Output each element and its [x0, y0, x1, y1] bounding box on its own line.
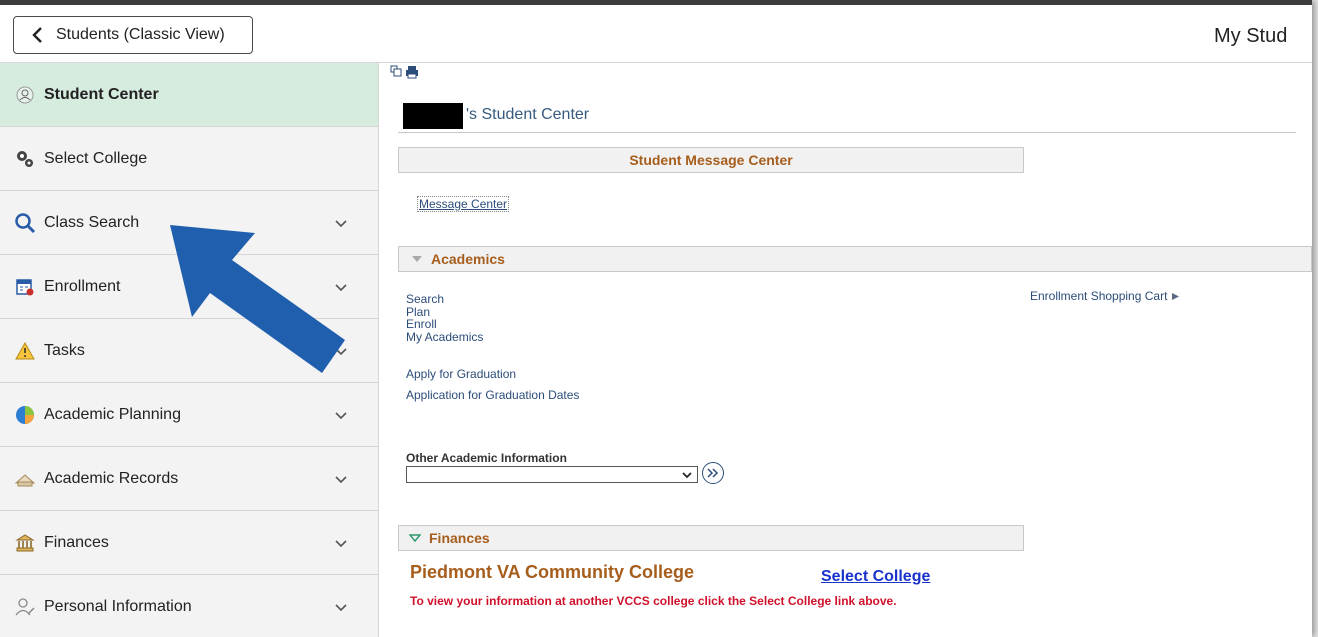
sidebar-item-label: Student Center [44, 85, 159, 103]
sidebar-item-personal-information[interactable]: Personal Information [0, 575, 378, 637]
shopping-cart-label: Enrollment Shopping Cart [1030, 289, 1168, 303]
expand-triangle-icon [409, 534, 421, 543]
sidebar-item-academic-planning[interactable]: Academic Planning [0, 383, 378, 447]
message-center-header: Student Message Center [398, 147, 1024, 173]
back-button[interactable]: Students (Classic View) [13, 16, 253, 54]
finances-header[interactable]: Finances [398, 525, 1024, 551]
page-title: My Stud [1214, 25, 1288, 47]
new-window-icon[interactable] [390, 65, 402, 77]
sidebar-item-label: Academic Records [44, 469, 179, 487]
search-icon [14, 212, 36, 234]
records-icon [14, 468, 36, 490]
sidebar-item-academic-records[interactable]: Academic Records [0, 447, 378, 511]
gears-icon [14, 148, 36, 170]
chevron-down-icon [335, 540, 347, 548]
sidebar-item-label: Enrollment [44, 277, 121, 295]
person-icon [14, 596, 36, 618]
pointer-arrow-annotation [170, 225, 345, 373]
collapse-triangle-icon [412, 256, 422, 262]
graduation-dates-link[interactable]: Application for Graduation Dates [406, 388, 579, 402]
student-icon [14, 84, 36, 106]
arrow-right-icon [1172, 292, 1180, 300]
other-academic-select[interactable] [406, 466, 698, 483]
section-title: Academics [431, 251, 505, 267]
redacted-name [403, 103, 463, 129]
message-center-link[interactable]: Message Center [417, 196, 510, 212]
sidebar-item-label: Academic Planning [44, 405, 181, 423]
my-academics-link[interactable]: My Academics [406, 330, 483, 344]
calendar-icon [14, 276, 36, 298]
enroll-link[interactable]: Enroll [406, 317, 437, 331]
academics-header[interactable]: Academics [398, 246, 1312, 272]
sidebar-item-student-center[interactable]: Student Center [0, 63, 378, 127]
sidebar-item-label: Tasks [44, 341, 85, 359]
chevron-down-icon [335, 412, 347, 420]
app-window: Students (Classic View) My Stud Student … [0, 0, 1312, 637]
chevron-left-icon [32, 27, 42, 43]
section-title: Finances [429, 530, 490, 546]
enrollment-shopping-cart-link[interactable]: Enrollment Shopping Cart [1030, 289, 1180, 303]
other-academic-label: Other Academic Information [406, 451, 567, 465]
select-college-link[interactable]: Select College [821, 568, 930, 586]
dropdown-arrow-icon [682, 472, 692, 479]
college-name: Piedmont VA Community College [410, 562, 695, 582]
main-content: 's Student Center Student Message Center… [380, 63, 1312, 637]
go-button[interactable] [702, 462, 724, 484]
sidebar-item-label: Class Search [44, 213, 140, 231]
sidebar-item-select-college[interactable]: Select College [0, 127, 378, 191]
college-note: To view your information at another VCCS… [410, 594, 897, 608]
print-icon[interactable] [405, 65, 419, 79]
search-link[interactable]: Search [406, 292, 444, 306]
pie-chart-icon [14, 404, 36, 426]
divider [398, 132, 1296, 133]
apply-for-graduation-link[interactable]: Apply for Graduation [406, 367, 516, 381]
sidebar-item-label: Select College [44, 149, 148, 167]
toolbar [390, 65, 419, 79]
chevron-down-icon [335, 604, 347, 612]
top-bar: Students (Classic View) My Stud [0, 5, 1312, 63]
warning-icon [14, 340, 36, 362]
chevron-down-icon [335, 476, 347, 484]
student-center-title: 's Student Center [466, 106, 590, 123]
double-chevron-right-icon [707, 468, 719, 478]
sidebar-item-label: Personal Information [44, 597, 192, 615]
back-button-label: Students (Classic View) [56, 26, 225, 43]
section-title: Student Message Center [629, 152, 793, 168]
bank-icon [14, 532, 36, 554]
sidebar-item-label: Finances [44, 533, 109, 551]
sidebar-item-finances[interactable]: Finances [0, 511, 378, 575]
